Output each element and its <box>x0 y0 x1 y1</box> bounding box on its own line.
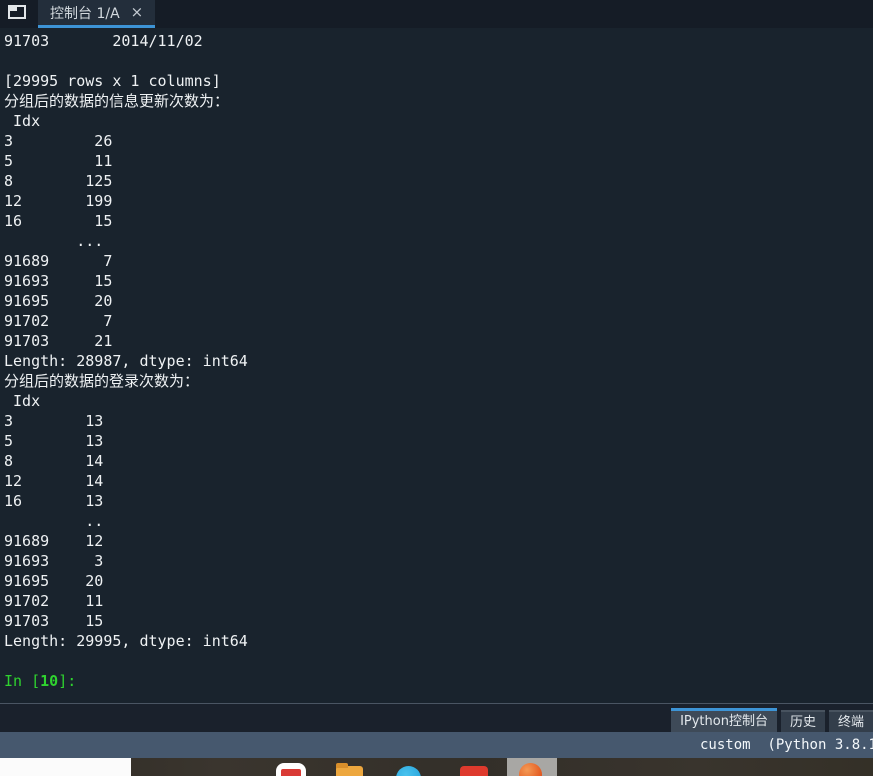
console-output-line: .. <box>4 512 104 530</box>
interpreter-status: custom (Python 3.8.1 <box>699 737 873 753</box>
tab-terminal[interactable]: 终端 <box>828 710 873 732</box>
console-output-line: 91695 20 <box>4 572 104 590</box>
spyder-console-pane: 控制台 1/A × 91702 2014/11/0191703 2014/11/… <box>0 0 873 776</box>
console-output-line: 8 14 <box>4 452 104 470</box>
console-output-line: 8 125 <box>4 172 113 190</box>
prompt-suffix: ]: <box>58 672 77 690</box>
console-output-line: [29995 rows x 1 columns] <box>4 72 221 90</box>
console-output-line: 91689 7 <box>4 252 113 270</box>
console-tabbar: 控制台 1/A × <box>0 0 873 28</box>
tab-console-1a[interactable]: 控制台 1/A × <box>38 0 156 28</box>
prompt-number: 10 <box>40 672 59 690</box>
windows-taskbar <box>0 758 873 776</box>
pane-tabbar: IPython控制台 历史 终端 <box>0 703 873 732</box>
console-output-line: 91703 2014/11/02 <box>4 32 203 50</box>
console-output: 91702 2014/11/0191703 2014/11/02[29995 r… <box>4 28 873 671</box>
taskbar-red-app-icon[interactable] <box>460 766 488 776</box>
console-output-line: 12 199 <box>4 192 113 210</box>
tab-ipython-console[interactable]: IPython控制台 <box>671 708 777 732</box>
console-output-line: 91689 12 <box>4 532 104 550</box>
browse-tabs-icon[interactable] <box>7 3 29 23</box>
console-output-line: Idx <box>4 112 41 130</box>
console-output-line: 91693 15 <box>4 272 113 290</box>
console-output-line: 16 13 <box>4 492 104 510</box>
console-output-line: 91703 15 <box>4 612 104 630</box>
console-output-line: 91703 21 <box>4 332 113 350</box>
console-output-line: ... <box>4 232 104 250</box>
console-output-line: 5 11 <box>4 152 113 170</box>
console-output-line: 12 14 <box>4 472 104 490</box>
statusbar: custom (Python 3.8.1 <box>0 732 873 758</box>
console-output-line: 91702 7 <box>4 312 113 330</box>
close-icon[interactable]: × <box>131 5 144 20</box>
console-output-line: 分组后的数据的信息更新次数为： <box>4 92 230 110</box>
taskbar-red-white-app-icon[interactable] <box>276 763 306 776</box>
console-output-line: 91693 3 <box>4 552 104 570</box>
console-output-line: 3 26 <box>4 132 113 150</box>
taskbar-folder-icon-tab <box>336 763 348 768</box>
browse-tabs-icon-outline <box>8 5 26 19</box>
taskbar-red-white-app-icon-inner <box>281 769 301 776</box>
ipython-console[interactable]: 91702 2014/11/0191703 2014/11/02[29995 r… <box>0 28 873 703</box>
taskbar-blue-globe-icon[interactable] <box>396 766 421 776</box>
tab-title: 控制台 1/A <box>50 5 120 22</box>
console-output-line: Idx <box>4 392 41 410</box>
console-output-line: 3 13 <box>4 412 104 430</box>
taskbar-folder-icon[interactable] <box>336 763 363 776</box>
taskbar-app-window[interactable] <box>0 758 131 776</box>
tab-history[interactable]: 历史 <box>780 710 825 732</box>
prompt-prefix: In [ <box>4 672 41 690</box>
console-output-line: 91702 11 <box>4 592 104 610</box>
console-prompt: In [10]: <box>4 671 873 691</box>
console-output-line: 91695 20 <box>4 292 113 310</box>
console-output-line: Length: 28987, dtype: int64 <box>4 352 248 370</box>
console-output-line: 分组后的数据的登录次数为： <box>4 372 200 390</box>
console-output-line: Length: 29995, dtype: int64 <box>4 632 248 650</box>
console-output-line: 5 13 <box>4 432 104 450</box>
console-output-line: 16 15 <box>4 212 113 230</box>
